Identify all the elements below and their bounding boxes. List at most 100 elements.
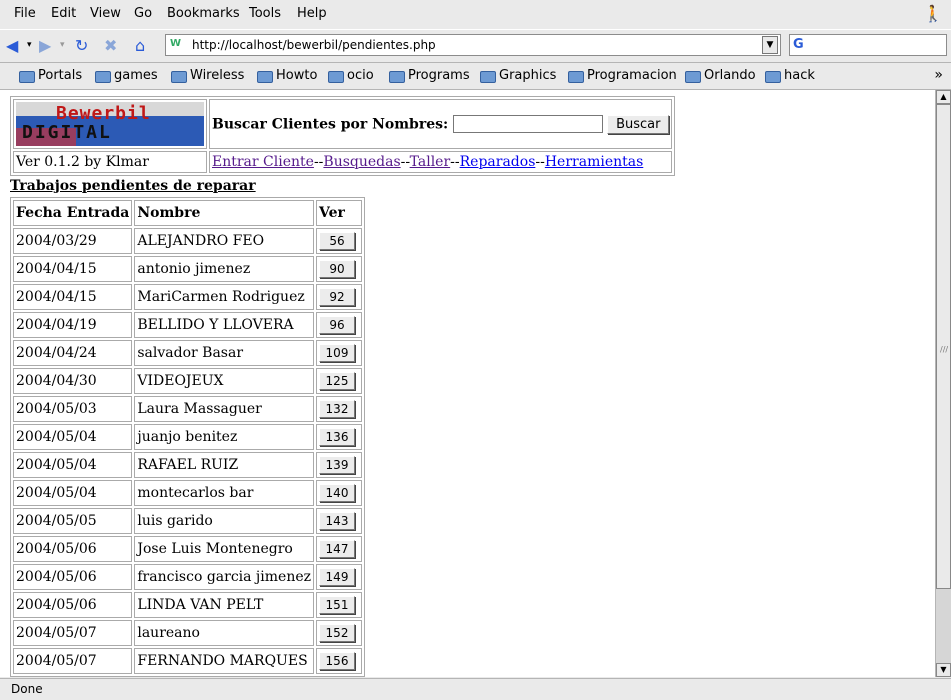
- bookmark-portals[interactable]: Portals: [19, 68, 82, 83]
- bookmark-howto[interactable]: Howto: [257, 68, 317, 83]
- link-entrar-cliente[interactable]: Entrar Cliente: [212, 154, 314, 170]
- web-search-box[interactable]: G: [789, 34, 947, 56]
- fecha-cell: 2004/05/05: [13, 508, 133, 534]
- bookmark-graphics[interactable]: Graphics: [480, 68, 556, 83]
- table-row: 2004/04/15 antonio jimenez 90: [13, 256, 362, 282]
- ver-button[interactable]: 90: [319, 260, 355, 278]
- menu-tools[interactable]: Tools: [249, 6, 281, 21]
- ver-button[interactable]: 56: [319, 232, 355, 250]
- menu-edit[interactable]: Edit: [51, 6, 76, 21]
- link-reparados[interactable]: Reparados: [460, 154, 536, 170]
- forward-dropdown-icon[interactable]: ▾: [60, 34, 65, 56]
- table-row: 2004/05/06 francisco garcia jimenez 149: [13, 564, 362, 590]
- bookmark-orlando[interactable]: Orlando: [685, 68, 756, 83]
- logo: Bewerbil DIGITAL: [16, 102, 204, 146]
- ver-button[interactable]: 109: [319, 344, 355, 362]
- chevron-more-icon[interactable]: »: [934, 67, 943, 83]
- link-busquedas[interactable]: Busquedas: [323, 154, 400, 170]
- nombre-cell: LINDA VAN PELT: [134, 592, 314, 618]
- ver-cell: 139: [316, 452, 362, 478]
- url-bar[interactable]: W http://localhost/bewerbil/pendientes.p…: [165, 34, 781, 56]
- folder-icon: [685, 70, 701, 83]
- fecha-cell: 2004/04/30: [13, 368, 133, 394]
- ver-cell: 96: [316, 312, 362, 338]
- ver-button[interactable]: 147: [319, 540, 355, 558]
- stop-icon[interactable]: ✖: [104, 34, 117, 56]
- reload-icon[interactable]: ↻: [75, 34, 88, 56]
- table-row: 2004/05/06 LINDA VAN PELT 151: [13, 592, 362, 618]
- table-row: 2004/04/30 VIDEOJEUX 125: [13, 368, 362, 394]
- status-text: Done: [11, 682, 43, 696]
- nav-links: Entrar Cliente--Busquedas--Taller--Repar…: [209, 151, 673, 173]
- ver-button[interactable]: 136: [319, 428, 355, 446]
- bookmark-hack[interactable]: hack: [765, 68, 815, 83]
- url-dropdown-icon[interactable]: ▼: [762, 36, 778, 54]
- ver-cell: 143: [316, 508, 362, 534]
- fecha-cell: 2004/05/04: [13, 480, 133, 506]
- fecha-cell: 2004/05/03: [13, 396, 133, 422]
- forward-icon[interactable]: ▶: [39, 34, 51, 56]
- fecha-cell: 2004/05/07: [13, 620, 133, 646]
- fecha-cell: 2004/05/06: [13, 536, 133, 562]
- bookmark-wireless[interactable]: Wireless: [171, 68, 244, 83]
- nombre-cell: francisco garcia jimenez: [134, 564, 314, 590]
- scroll-up-arrow-icon[interactable]: ▲: [936, 90, 951, 104]
- nombre-cell: FERNANDO MARQUES: [134, 648, 314, 674]
- search-button[interactable]: Buscar: [607, 114, 670, 134]
- ver-button[interactable]: 125: [319, 372, 355, 390]
- menu-go[interactable]: Go: [134, 6, 152, 21]
- folder-icon: [328, 70, 344, 83]
- scroll-down-arrow-icon[interactable]: ▼: [936, 663, 951, 677]
- search-cell: Buscar Clientes por Nombres: Buscar: [209, 99, 673, 149]
- menu-help[interactable]: Help: [297, 6, 327, 21]
- nombre-cell: salvador Basar: [134, 340, 314, 366]
- fecha-cell: 2004/04/15: [13, 256, 133, 282]
- fecha-cell: 2004/03/29: [13, 228, 133, 254]
- home-icon[interactable]: ⌂: [135, 34, 145, 56]
- ver-button[interactable]: 140: [319, 484, 355, 502]
- table-row: 2004/05/05 luis garido 143: [13, 508, 362, 534]
- ver-button[interactable]: 151: [319, 596, 355, 614]
- ver-button[interactable]: 149: [319, 568, 355, 586]
- folder-icon: [480, 70, 496, 83]
- ver-button[interactable]: 92: [319, 288, 355, 306]
- menu-file[interactable]: File: [14, 6, 36, 21]
- link-taller[interactable]: Taller: [410, 154, 451, 170]
- nombre-cell: Jose Luis Montenegro: [134, 536, 314, 562]
- table-row: 2004/05/06 Jose Luis Montenegro 147: [13, 536, 362, 562]
- bookmark-programs[interactable]: Programs: [389, 68, 470, 83]
- back-dropdown-icon[interactable]: ▾: [27, 34, 32, 56]
- ver-button[interactable]: 132: [319, 400, 355, 418]
- folder-icon: [95, 70, 111, 83]
- nombre-cell: BELLIDO Y LLOVERA: [134, 312, 314, 338]
- ver-button[interactable]: 156: [319, 652, 355, 670]
- link-herramientas[interactable]: Herramientas: [545, 154, 643, 170]
- search-input[interactable]: [452, 115, 603, 133]
- header-table: Bewerbil DIGITAL Buscar Clientes por Nom…: [10, 96, 676, 176]
- ver-button[interactable]: 96: [319, 316, 355, 334]
- back-icon[interactable]: ◀: [6, 34, 18, 56]
- ver-button[interactable]: 143: [319, 512, 355, 530]
- ver-cell: 132: [316, 396, 362, 422]
- bookmarks-toolbar: Portals games Wireless Howto ocio Progra…: [0, 63, 951, 90]
- nombre-cell: VIDEOJEUX: [134, 368, 314, 394]
- ver-button[interactable]: 152: [319, 624, 355, 642]
- menu-view[interactable]: View: [90, 6, 121, 21]
- ver-cell: 56: [316, 228, 362, 254]
- ver-cell: 140: [316, 480, 362, 506]
- url-text[interactable]: http://localhost/bewerbil/pendientes.php: [192, 38, 436, 52]
- ver-cell: 109: [316, 340, 362, 366]
- bookmark-programacion[interactable]: Programacion: [568, 68, 677, 83]
- bookmark-ocio[interactable]: ocio: [328, 68, 374, 83]
- search-engine-icon[interactable]: G: [793, 37, 804, 52]
- vertical-scrollbar[interactable]: ▲ /// ▼: [935, 90, 951, 677]
- menu-bookmarks[interactable]: Bookmarks: [167, 6, 240, 21]
- bookmark-games[interactable]: games: [95, 68, 158, 83]
- table-row: 2004/05/07 laureano 152: [13, 620, 362, 646]
- ver-button[interactable]: 139: [319, 456, 355, 474]
- logo-cell: Bewerbil DIGITAL: [13, 99, 207, 149]
- navigation-toolbar: ◀ ▾ ▶ ▾ ↻ ✖ ⌂ W http://localhost/bewerbi…: [0, 29, 951, 63]
- nombre-cell: luis garido: [134, 508, 314, 534]
- nombre-cell: antonio jimenez: [134, 256, 314, 282]
- scroll-thumb[interactable]: ///: [936, 104, 951, 589]
